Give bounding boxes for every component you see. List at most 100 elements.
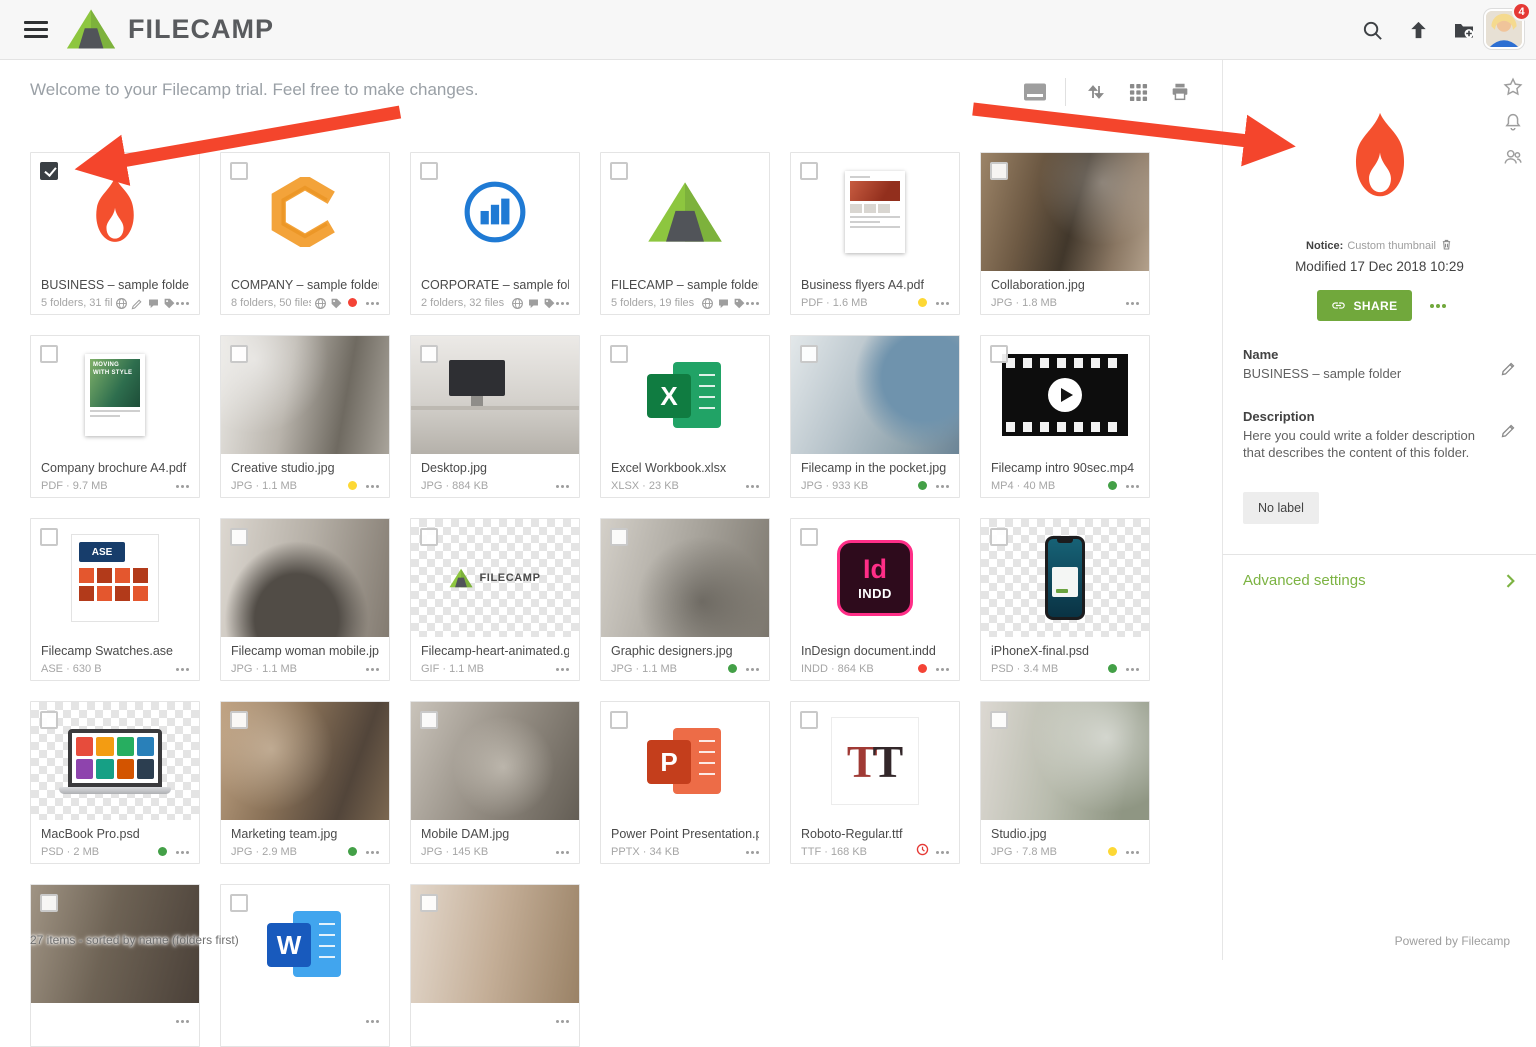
card-checkbox[interactable] <box>230 894 248 912</box>
folder-more-icon[interactable] <box>1430 304 1434 308</box>
card-checkbox[interactable] <box>40 345 58 363</box>
card-checkbox[interactable] <box>40 162 58 180</box>
file-card[interactable]: IdINDD InDesign document.indd INDD · 864… <box>790 518 960 681</box>
card-checkbox[interactable] <box>420 711 438 729</box>
users-icon[interactable] <box>1502 146 1524 168</box>
card-checkbox[interactable] <box>800 345 818 363</box>
card-checkbox[interactable] <box>40 528 58 546</box>
file-card[interactable]: CORPORATE – sample folder 2 folders, 32 … <box>410 152 580 315</box>
card-more-icon[interactable] <box>746 851 749 854</box>
edit-name-icon[interactable] <box>1500 361 1516 377</box>
file-card[interactable]: MOVING WITH STYLE Company brochure A4.pd… <box>30 335 200 498</box>
file-card[interactable]: iPhoneX-final.psd PSD · 3.4 MB <box>980 518 1150 681</box>
file-card[interactable]: Mobile DAM.jpg JPG · 145 KB <box>410 701 580 864</box>
file-card[interactable]: COMPANY – sample folder 8 folders, 50 fi… <box>220 152 390 315</box>
card-checkbox[interactable] <box>420 528 438 546</box>
file-card[interactable]: Collaboration.jpg JPG · 1.8 MB <box>980 152 1150 315</box>
edit-description-icon[interactable] <box>1500 423 1516 439</box>
file-card[interactable]: Creative studio.jpg JPG · 1.1 MB <box>220 335 390 498</box>
card-checkbox[interactable] <box>610 345 628 363</box>
card-checkbox[interactable] <box>40 894 58 912</box>
no-label-button[interactable]: No label <box>1243 492 1319 524</box>
file-card[interactable]: FILECAMP Filecamp-heart-animated.gif GIF… <box>410 518 580 681</box>
star-icon[interactable] <box>1502 76 1524 98</box>
card-checkbox[interactable] <box>420 162 438 180</box>
card-more-icon[interactable] <box>366 302 369 305</box>
file-card[interactable] <box>30 884 200 1047</box>
card-checkbox[interactable] <box>800 528 818 546</box>
card-more-icon[interactable] <box>1126 302 1129 305</box>
card-more-icon[interactable] <box>746 668 749 671</box>
card-more-icon[interactable] <box>366 485 369 488</box>
card-more-icon[interactable] <box>936 302 939 305</box>
card-checkbox[interactable] <box>800 162 818 180</box>
file-card[interactable]: Filecamp intro 90sec.mp4 MP4 · 40 MB <box>980 335 1150 498</box>
file-card[interactable] <box>410 884 580 1047</box>
card-checkbox[interactable] <box>230 345 248 363</box>
card-checkbox[interactable] <box>420 345 438 363</box>
card-more-icon[interactable] <box>366 1020 369 1023</box>
advanced-settings-link[interactable]: Advanced settings <box>1223 555 1536 591</box>
file-card[interactable]: Desktop.jpg JPG · 884 KB <box>410 335 580 498</box>
card-checkbox[interactable] <box>990 162 1008 180</box>
card-more-icon[interactable] <box>746 302 749 305</box>
card-more-icon[interactable] <box>366 668 369 671</box>
file-card[interactable]: BUSINESS – sample folder 5 folders, 31 f… <box>30 152 200 315</box>
file-card[interactable]: Filecamp in the pocket.jpg JPG · 933 KB <box>790 335 960 498</box>
upload-icon[interactable] <box>1406 18 1430 42</box>
file-card[interactable]: Graphic designers.jpg JPG · 1.1 MB <box>600 518 770 681</box>
card-checkbox[interactable] <box>990 528 1008 546</box>
user-avatar[interactable]: 4 <box>1484 9 1524 49</box>
card-more-icon[interactable] <box>936 485 939 488</box>
card-more-icon[interactable] <box>176 851 179 854</box>
sort-icon[interactable] <box>1084 80 1108 104</box>
card-checkbox[interactable] <box>230 528 248 546</box>
card-more-icon[interactable] <box>556 851 559 854</box>
card-more-icon[interactable] <box>1126 668 1129 671</box>
file-card[interactable]: Business flyers A4.pdf PDF · 1.6 MB <box>790 152 960 315</box>
grid-view-icon[interactable] <box>1126 80 1150 104</box>
card-checkbox[interactable] <box>230 711 248 729</box>
file-card[interactable]: MacBook Pro.psd PSD · 2 MB <box>30 701 200 864</box>
card-more-icon[interactable] <box>556 668 559 671</box>
card-more-icon[interactable] <box>176 302 179 305</box>
trash-icon[interactable] <box>1440 238 1453 254</box>
card-more-icon[interactable] <box>176 1020 179 1023</box>
card-more-icon[interactable] <box>176 668 179 671</box>
file-card[interactable]: P Power Point Presentation.ppt PPTX · 34… <box>600 701 770 864</box>
file-card[interactable]: TT Roboto-Regular.ttf TTF · 168 KB <box>790 701 960 864</box>
card-more-icon[interactable] <box>1126 485 1129 488</box>
file-card[interactable]: ASE Filecamp Swatches.ase ASE · 630 B <box>30 518 200 681</box>
card-more-icon[interactable] <box>1126 851 1129 854</box>
card-more-icon[interactable] <box>556 485 559 488</box>
card-checkbox[interactable] <box>610 711 628 729</box>
file-card[interactable]: Filecamp woman mobile.jpg JPG · 1.1 MB <box>220 518 390 681</box>
card-more-icon[interactable] <box>556 1020 559 1023</box>
card-more-icon[interactable] <box>936 668 939 671</box>
filecamp-logo[interactable]: FILECAMP <box>66 8 274 50</box>
card-more-icon[interactable] <box>556 302 559 305</box>
search-icon[interactable] <box>1360 18 1384 42</box>
card-more-icon[interactable] <box>366 851 369 854</box>
card-checkbox[interactable] <box>800 711 818 729</box>
share-button[interactable]: SHARE <box>1317 290 1411 321</box>
card-checkbox[interactable] <box>230 162 248 180</box>
card-checkbox[interactable] <box>990 711 1008 729</box>
card-checkbox[interactable] <box>610 528 628 546</box>
file-card[interactable]: X Excel Workbook.xlsx XLSX · 23 KB <box>600 335 770 498</box>
thumbnail-view-icon[interactable] <box>1023 80 1047 104</box>
bell-icon[interactable] <box>1502 111 1524 133</box>
card-more-icon[interactable] <box>746 485 749 488</box>
file-card[interactable]: Studio.jpg JPG · 7.8 MB <box>980 701 1150 864</box>
file-card[interactable]: W <box>220 884 390 1047</box>
add-folder-icon[interactable] <box>1452 18 1476 42</box>
card-checkbox[interactable] <box>610 162 628 180</box>
print-icon[interactable] <box>1168 80 1192 104</box>
file-card[interactable]: FILECAMP – sample folder 5 folders, 19 f… <box>600 152 770 315</box>
hamburger-menu-icon[interactable] <box>24 21 48 39</box>
card-checkbox[interactable] <box>420 894 438 912</box>
card-more-icon[interactable] <box>176 485 179 488</box>
card-checkbox[interactable] <box>40 711 58 729</box>
file-card[interactable]: Marketing team.jpg JPG · 2.9 MB <box>220 701 390 864</box>
card-checkbox[interactable] <box>990 345 1008 363</box>
